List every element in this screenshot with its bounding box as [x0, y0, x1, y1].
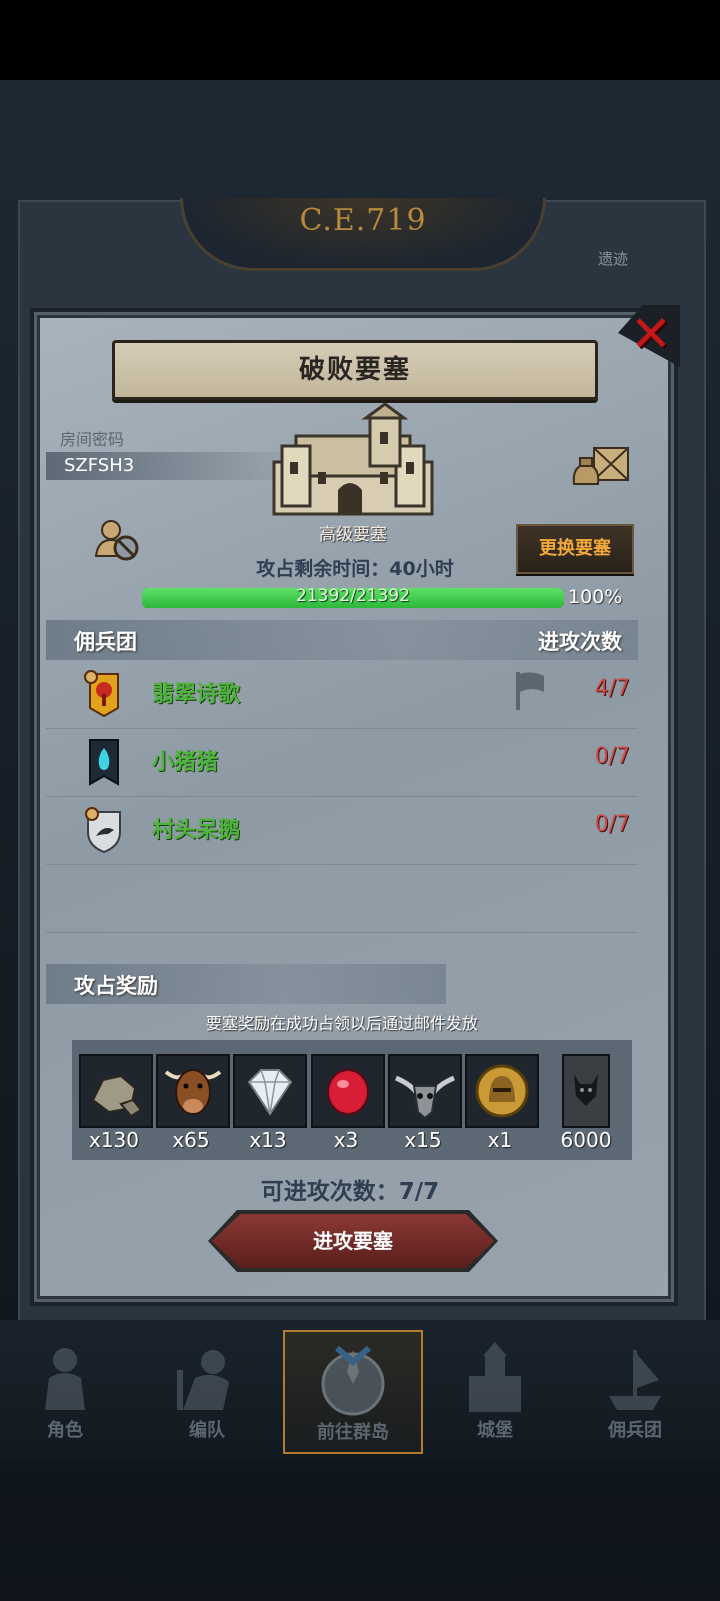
change-fortress-label: 更换要塞 — [539, 538, 611, 559]
era-label: C.E.719 — [299, 203, 427, 238]
goose-shield-icon — [85, 807, 121, 854]
nav-item-mercenary[interactable]: 佣兵团 — [570, 1330, 700, 1450]
reward-note: 要塞奖励在成功占领以后通过邮件发放 — [205, 1014, 478, 1033]
supply-crate-icon[interactable] — [570, 444, 632, 490]
reward-slot[interactable] — [79, 1054, 153, 1128]
mercenary-name: 翡翠诗歌 — [152, 682, 241, 707]
reward-qty: x15 — [404, 1128, 442, 1152]
nav-item-character[interactable]: 角色 — [0, 1330, 130, 1450]
nav-label: 角色 — [47, 1420, 83, 1441]
dark-beast-card-icon — [564, 1056, 608, 1126]
empty-row — [46, 864, 638, 933]
mercenary-header: 佣兵团 — [74, 630, 137, 654]
player-blocked-icon[interactable] — [94, 518, 140, 562]
reward-qty: x13 — [249, 1128, 287, 1152]
nav-label: 前往群岛 — [317, 1422, 389, 1443]
attack-fortress-label: 进攻要塞 — [313, 1229, 393, 1253]
ruby-icon — [327, 1069, 369, 1115]
hp-percent: 100% — [568, 586, 623, 608]
castle-icon — [272, 402, 434, 516]
reward-slot[interactable] — [156, 1054, 230, 1128]
reward-slot[interactable] — [233, 1054, 307, 1128]
golden-helmet-coin-icon — [475, 1064, 529, 1118]
knight-icon — [45, 1348, 85, 1410]
nav-item-formation[interactable]: 编队 — [142, 1330, 272, 1450]
reward-qty: x65 — [172, 1128, 210, 1152]
nav-label: 编队 — [189, 1420, 225, 1441]
formation-icon — [177, 1350, 229, 1410]
ghost-label: 遗迹 — [598, 250, 629, 268]
fortress-grade: 高级要塞 — [319, 525, 387, 545]
room-label: 房间密码 — [60, 430, 125, 449]
reward-slot[interactable] — [562, 1054, 610, 1128]
compass-map-icon — [321, 1345, 385, 1416]
mercenary-ship-icon — [609, 1350, 661, 1410]
reward-qty: x1 — [487, 1128, 513, 1152]
reward-slot[interactable] — [465, 1054, 539, 1128]
mercenary-row[interactable]: 翡翠诗歌 4/7 — [46, 660, 638, 729]
attack-fortress-button[interactable]: 进攻要塞 — [212, 1214, 494, 1268]
reward-slot[interactable] — [311, 1054, 385, 1128]
reward-qty: x3 — [333, 1128, 359, 1152]
attack-count: 4/7 — [594, 676, 630, 701]
change-fortress-button[interactable]: 更换要塞 — [516, 524, 634, 574]
attack-count: 0/7 — [594, 812, 630, 837]
nav-item-islands[interactable]: 前往群岛 — [283, 1330, 423, 1454]
mercenary-name: 小猪猪 — [152, 750, 219, 775]
blue-flame-banner-icon — [89, 739, 119, 786]
stone-ore-icon — [91, 1074, 143, 1118]
mercenary-row[interactable]: 村头呆鹅 0/7 — [46, 796, 638, 865]
horned-skull-icon — [394, 1075, 456, 1120]
room-code: SZFSH3 — [64, 455, 135, 476]
dialog-title-bar: 破败要塞 — [112, 340, 598, 400]
time-remaining: 攻占剩余时间：40小时 — [256, 558, 454, 580]
era-banner: C.E.719 — [180, 198, 546, 271]
castle-nav-icon — [469, 1342, 521, 1412]
dialog-title: 破败要塞 — [298, 355, 411, 385]
nav-label: 佣兵团 — [608, 1420, 662, 1441]
mercenary-name: 村头呆鹅 — [152, 818, 241, 843]
close-icon[interactable]: ✕ — [628, 308, 674, 360]
status-bar — [0, 0, 720, 80]
attack-count: 0/7 — [594, 744, 630, 769]
diamond-icon — [247, 1069, 293, 1116]
attack-count-header: 进攻次数 — [538, 630, 622, 654]
reward-header: 攻占奖励 — [74, 974, 158, 998]
flag-icon — [516, 672, 544, 710]
nav-label: 城堡 — [477, 1420, 513, 1441]
nav-item-castle[interactable]: 城堡 — [430, 1330, 560, 1450]
reward-qty: 6000 — [560, 1128, 612, 1152]
reward-slot[interactable] — [388, 1054, 462, 1128]
mercenary-row[interactable]: 小猪猪 0/7 — [46, 728, 638, 797]
attacks-available: 可进攻次数：7/7 — [260, 1179, 440, 1205]
ox-head-icon — [164, 1069, 222, 1115]
red-tree-banner-icon — [84, 670, 119, 718]
reward-qty: x130 — [88, 1128, 139, 1152]
hp-value: 21392/21392 — [296, 586, 410, 606]
